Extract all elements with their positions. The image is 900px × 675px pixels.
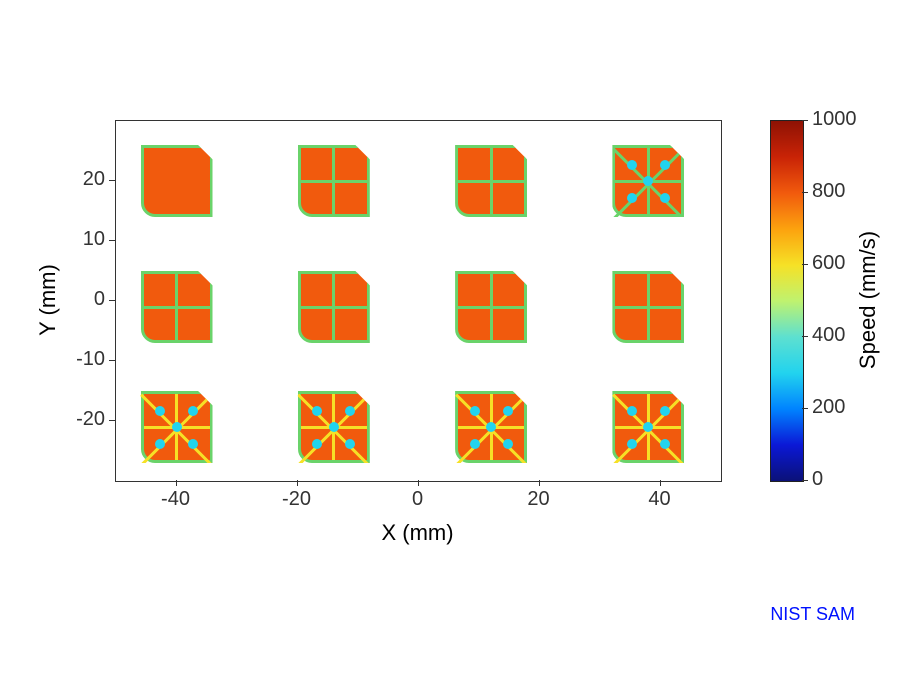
speed-node xyxy=(660,160,670,170)
sample-glyph xyxy=(298,271,370,343)
speed-node xyxy=(503,439,513,449)
grid-line xyxy=(458,180,524,183)
attribution-text: NIST SAM xyxy=(770,604,855,625)
speed-node xyxy=(643,422,653,432)
colorbar-tickmark xyxy=(802,192,808,193)
colorbar xyxy=(770,120,804,482)
sample-glyph xyxy=(455,271,527,343)
colorbar-tickmark xyxy=(802,408,808,409)
y-tickmark xyxy=(109,300,115,301)
speed-node xyxy=(155,439,165,449)
speed-node xyxy=(470,406,480,416)
colorbar-tick-label: 200 xyxy=(812,396,845,419)
x-axis-label: X (mm) xyxy=(115,520,720,546)
y-tickmark xyxy=(109,420,115,421)
speed-node xyxy=(643,176,653,186)
speed-node xyxy=(627,439,637,449)
sample-glyph xyxy=(455,145,527,217)
sample-glyph xyxy=(141,271,213,343)
speed-node xyxy=(312,406,322,416)
y-tick-label: 0 xyxy=(45,288,105,311)
speed-node xyxy=(486,422,496,432)
colorbar-tick-label: 1000 xyxy=(812,108,857,131)
x-tick-label: 40 xyxy=(640,488,680,511)
grid-line xyxy=(615,306,681,309)
sample-glyph xyxy=(612,145,684,217)
plot-area xyxy=(115,120,722,482)
colorbar-tickmark xyxy=(802,336,808,337)
y-tickmark xyxy=(109,180,115,181)
x-tickmark xyxy=(539,480,540,486)
y-tickmark xyxy=(109,240,115,241)
y-tick-label: -20 xyxy=(45,408,105,431)
grid-line xyxy=(301,180,367,183)
colorbar-tickmark xyxy=(802,264,808,265)
x-tick-label: -20 xyxy=(277,488,317,511)
colorbar-tickmark xyxy=(802,480,808,481)
colorbar-tick-label: 0 xyxy=(812,468,823,491)
speed-node xyxy=(155,406,165,416)
colorbar-tickmark xyxy=(802,120,808,121)
sample-glyph xyxy=(455,391,527,463)
sample-glyph xyxy=(298,145,370,217)
speed-node xyxy=(660,193,670,203)
colorbar-tick-label: 800 xyxy=(812,180,845,203)
x-tickmark xyxy=(297,480,298,486)
x-tickmark xyxy=(660,480,661,486)
y-tick-label: -10 xyxy=(45,348,105,371)
x-tick-label: 0 xyxy=(398,488,438,511)
speed-node xyxy=(627,406,637,416)
y-tickmark xyxy=(109,360,115,361)
speed-node xyxy=(627,193,637,203)
colorbar-tick-label: 400 xyxy=(812,324,845,347)
colorbar-tick-label: 600 xyxy=(812,252,845,275)
speed-node xyxy=(329,422,339,432)
speed-node xyxy=(660,406,670,416)
speed-node xyxy=(172,422,182,432)
speed-node xyxy=(660,439,670,449)
grid-line xyxy=(144,306,210,309)
x-tick-label: -40 xyxy=(156,488,196,511)
speed-node xyxy=(188,406,198,416)
x-tick-label: 20 xyxy=(519,488,559,511)
speed-node xyxy=(312,439,322,449)
x-tickmark xyxy=(176,480,177,486)
speed-node xyxy=(345,406,355,416)
x-tickmark xyxy=(418,480,419,486)
sample-glyph xyxy=(298,391,370,463)
y-tick-label: 20 xyxy=(45,168,105,191)
speed-node xyxy=(503,406,513,416)
sample-glyph xyxy=(141,145,213,217)
colorbar-label: Speed (mm/s) xyxy=(855,120,881,480)
grid-line xyxy=(301,306,367,309)
sample-glyph xyxy=(141,391,213,463)
speed-node xyxy=(470,439,480,449)
y-tick-label: 10 xyxy=(45,228,105,251)
sample-glyph xyxy=(612,391,684,463)
speed-node xyxy=(345,439,355,449)
sample-glyph xyxy=(612,271,684,343)
speed-node xyxy=(627,160,637,170)
grid-line xyxy=(458,306,524,309)
speed-node xyxy=(188,439,198,449)
